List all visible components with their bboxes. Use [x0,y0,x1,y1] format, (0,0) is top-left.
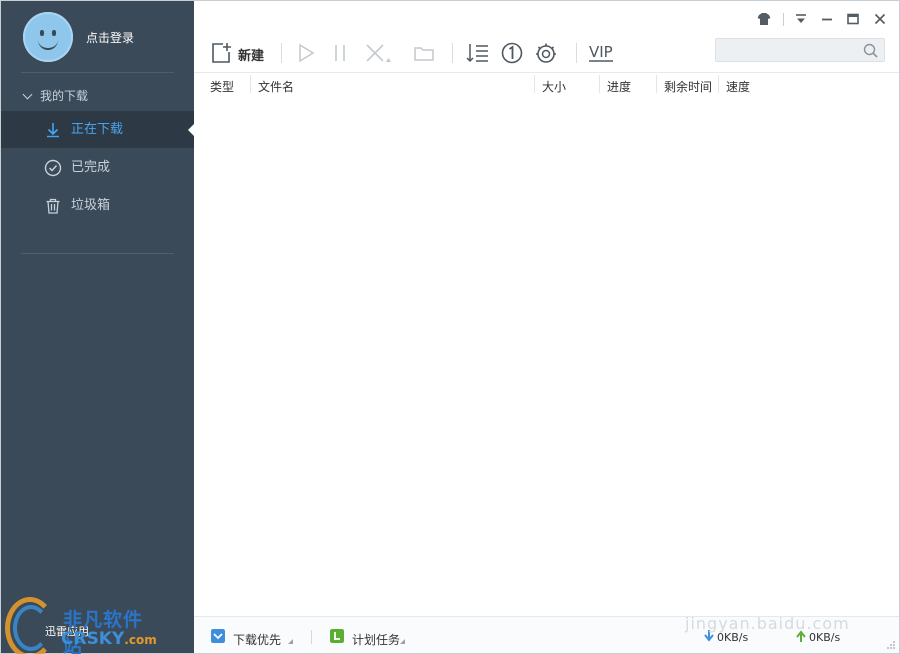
sidebar: 点击登录 我的下载 正在下载 已完成 垃圾箱 [1,1,195,653]
vip-icon-text: VIP [589,43,613,61]
column-divider[interactable] [250,75,251,93]
watermark-ring-inner [13,605,49,651]
column-header-speed[interactable]: 速度 [726,78,750,95]
download-priority-dropdown-icon[interactable] [288,639,293,644]
speed-gauge-icon[interactable] [534,41,560,65]
window-controls-separator [783,13,784,26]
column-header-top-border [194,72,899,73]
sort-list-icon[interactable] [465,41,491,65]
column-header-size[interactable]: 大小 [542,78,566,95]
my-downloads-group[interactable]: 我的下载 [21,87,88,104]
main-panel: 新建 VIP 类型 文件名 大小 进度 剩余时间 速度 下载优先 计划任务 0K… [194,1,899,653]
close-icon[interactable] [872,11,888,27]
sidebar-item-downloading[interactable]: 正在下载 [1,111,195,148]
watermark-site: CRSKY.com [61,629,157,649]
skin-shirt-icon[interactable] [756,11,772,27]
vip-icon[interactable]: VIP [587,41,617,65]
menu-dropdown-icon[interactable] [793,11,809,27]
avatar-eye-right [52,30,56,36]
sidebar-divider-top [21,72,174,73]
download-arrow-icon [47,123,59,138]
status-separator [311,630,312,644]
sidebar-item-label: 已完成 [71,160,111,175]
column-divider[interactable] [656,75,657,93]
column-header-remaining[interactable]: 剩余时间 [664,78,712,95]
sidebar-item-label: 垃圾箱 [71,198,111,213]
sidebar-item-completed[interactable]: 已完成 [1,149,194,186]
new-task-button[interactable]: 新建 [238,45,264,64]
column-divider[interactable] [534,75,535,93]
watermark-site-suffix: .com [124,633,157,647]
new-task-icon[interactable] [209,41,233,65]
avatar[interactable] [23,12,73,62]
check-circle-icon [44,159,62,177]
search-icon[interactable] [863,43,878,58]
column-header-filename[interactable]: 文件名 [258,78,294,95]
scheduled-task-button[interactable]: 计划任务 [352,631,400,648]
chevron-down-icon [22,89,33,100]
column-header-progress[interactable]: 进度 [607,78,631,95]
column-header-type[interactable]: 类型 [210,78,234,95]
trash-icon [46,198,60,214]
search-box[interactable] [715,38,885,62]
toolbar-separator [281,43,282,63]
delete-x-icon[interactable] [363,41,393,65]
download-priority-button[interactable]: 下载优先 [233,631,281,648]
xunlei-app-window: 点击登录 我的下载 正在下载 已完成 垃圾箱 新建 VIP 类型 文件名 大小 … [0,0,900,654]
baidu-watermark-url: jingyan.baidu.com [685,614,850,633]
sidebar-divider-bottom [21,253,174,254]
column-divider[interactable] [599,75,600,93]
login-link[interactable]: 点击登录 [86,29,134,46]
scheduled-task-icon[interactable] [330,629,344,643]
maximize-icon[interactable] [845,11,861,27]
toolbar-separator [452,43,453,63]
single-task-icon[interactable] [500,41,524,65]
group-label: 我的下载 [40,89,89,103]
toolbar-separator [576,43,577,63]
pause-icon[interactable] [330,41,350,65]
avatar-eye-left [40,30,44,36]
scheduled-task-dropdown-icon[interactable] [400,639,405,644]
resize-grip-icon[interactable] [887,641,895,649]
column-divider[interactable] [718,75,719,93]
start-play-icon[interactable] [295,41,317,65]
download-priority-icon[interactable] [211,629,225,643]
crsky-watermark-logo: 迅雷应用 非凡软件站 CRSKY.com [1,597,161,654]
minimize-icon[interactable] [819,11,835,27]
sidebar-item-label: 正在下载 [71,122,124,137]
sidebar-item-trash[interactable]: 垃圾箱 [1,187,194,224]
search-input[interactable] [722,42,864,60]
folder-icon[interactable] [412,41,436,65]
avatar-mouth [38,39,58,50]
watermark-site-name: CRSKY [61,629,125,649]
